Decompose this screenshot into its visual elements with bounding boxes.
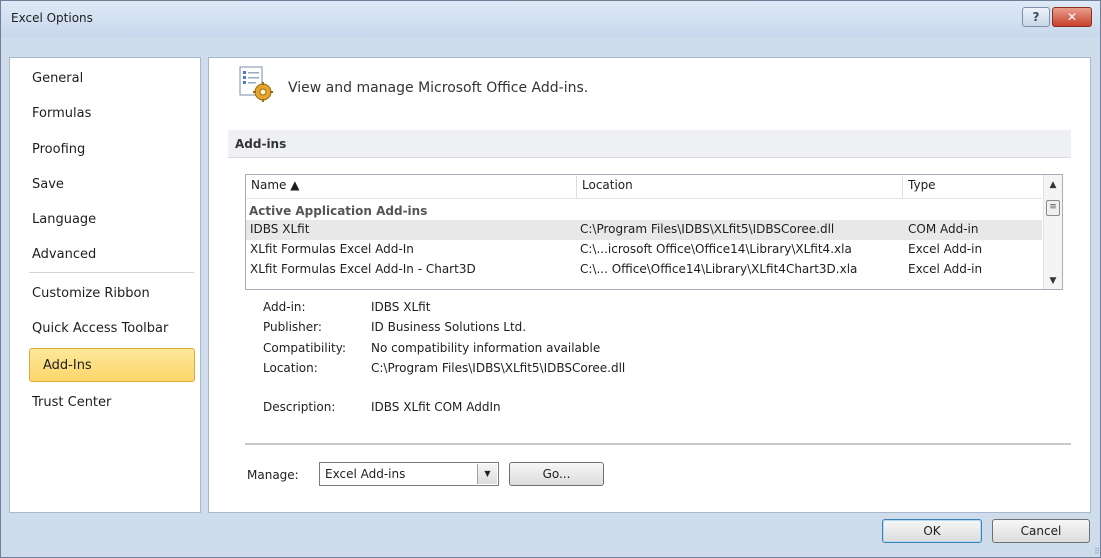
header-divider [246, 198, 1042, 199]
cell-type: Excel Add-in [908, 262, 983, 276]
table-row[interactable]: XLfit Formulas Excel Add-In C:\...icroso… [246, 240, 1042, 260]
sidebar-item-add-ins[interactable]: Add-Ins [29, 348, 195, 382]
column-header-name[interactable]: Name ▲ [251, 178, 299, 192]
cell-location: C:\...icrosoft Office\Office14\Library\X… [580, 242, 852, 256]
cancel-button[interactable]: Cancel [992, 519, 1090, 543]
column-divider[interactable] [576, 176, 577, 198]
list-scrollbar[interactable] [1043, 175, 1062, 289]
detail-description-value: IDBS XLfit COM AddIn [371, 400, 501, 414]
chevron-down-icon[interactable]: ▼ [477, 464, 497, 484]
section-band [228, 130, 1071, 158]
add-ins-gear-icon [239, 66, 273, 102]
scroll-thumb[interactable]: ≡ [1046, 200, 1060, 216]
close-button[interactable]: ✕ [1052, 7, 1092, 27]
cell-type: Excel Add-in [908, 242, 983, 256]
sidebar-item-formulas[interactable]: Formulas [19, 96, 187, 130]
detail-publisher-value: ID Business Solutions Ltd. [371, 320, 527, 334]
scroll-down-icon[interactable]: ▼ [1046, 276, 1060, 286]
sidebar-item-language[interactable]: Language [19, 202, 187, 236]
scroll-up-icon[interactable]: ▲ [1046, 180, 1060, 190]
sidebar-divider [29, 272, 194, 273]
cell-name: IDBS XLfit [250, 222, 310, 236]
detail-location-label: Location: [263, 361, 318, 375]
detail-publisher-label: Publisher: [263, 320, 322, 334]
resize-grip-icon[interactable]: ⠿ [1094, 547, 1100, 556]
sidebar-item-proofing[interactable]: Proofing [19, 132, 187, 166]
manage-label: Manage: [247, 468, 299, 482]
sidebar-item-general[interactable]: General [19, 61, 187, 95]
cell-name: XLfit Formulas Excel Add-In [250, 242, 414, 256]
detail-addin-label: Add-in: [263, 300, 306, 314]
manage-dropdown[interactable]: Excel Add-ins ▼ [319, 462, 499, 486]
cell-type: COM Add-in [908, 222, 979, 236]
help-button[interactable]: ? [1022, 7, 1050, 27]
panel-header-title: View and manage Microsoft Office Add-ins… [288, 80, 589, 96]
detail-location-value: C:\Program Files\IDBS\XLfit5\IDBSCoree.d… [371, 361, 626, 375]
cell-location: C:\Program Files\IDBS\XLfit5\IDBSCoree.d… [580, 222, 835, 236]
table-row[interactable]: XLfit Formulas Excel Add-In - Chart3D C:… [246, 260, 1042, 280]
column-header-type[interactable]: Type [908, 178, 936, 192]
cell-location: C:\... Office\Office14\Library\XLfit4Cha… [580, 262, 858, 276]
sidebar-item-trust-center[interactable]: Trust Center [19, 385, 187, 419]
table-row[interactable]: IDBS XLfit C:\Program Files\IDBS\XLfit5\… [246, 220, 1042, 240]
detail-compatibility-label: Compatibility: [263, 341, 347, 355]
sidebar-item-customize-ribbon[interactable]: Customize Ribbon [19, 276, 187, 310]
title-bar: Excel Options ? ✕ [1, 1, 1100, 37]
cell-name: XLfit Formulas Excel Add-In - Chart3D [250, 262, 476, 276]
section-title: Add-ins [235, 137, 287, 151]
sidebar-item-quick-access-toolbar[interactable]: Quick Access Toolbar [19, 311, 187, 345]
column-header-location[interactable]: Location [582, 178, 633, 192]
manage-divider [245, 443, 1071, 445]
detail-compatibility-value: No compatibility information available [371, 341, 601, 355]
group-heading-active: Active Application Add-ins [249, 204, 428, 218]
window-title: Excel Options [11, 11, 93, 25]
go-button[interactable]: Go... [509, 462, 604, 486]
detail-addin-value: IDBS XLfit [371, 300, 431, 314]
sidebar-item-save[interactable]: Save [19, 167, 187, 201]
sidebar-item-advanced[interactable]: Advanced [19, 237, 187, 271]
column-divider[interactable] [902, 176, 903, 198]
manage-dropdown-value: Excel Add-ins [325, 467, 406, 481]
detail-description-label: Description: [263, 400, 336, 414]
ok-button[interactable]: OK [882, 519, 982, 543]
